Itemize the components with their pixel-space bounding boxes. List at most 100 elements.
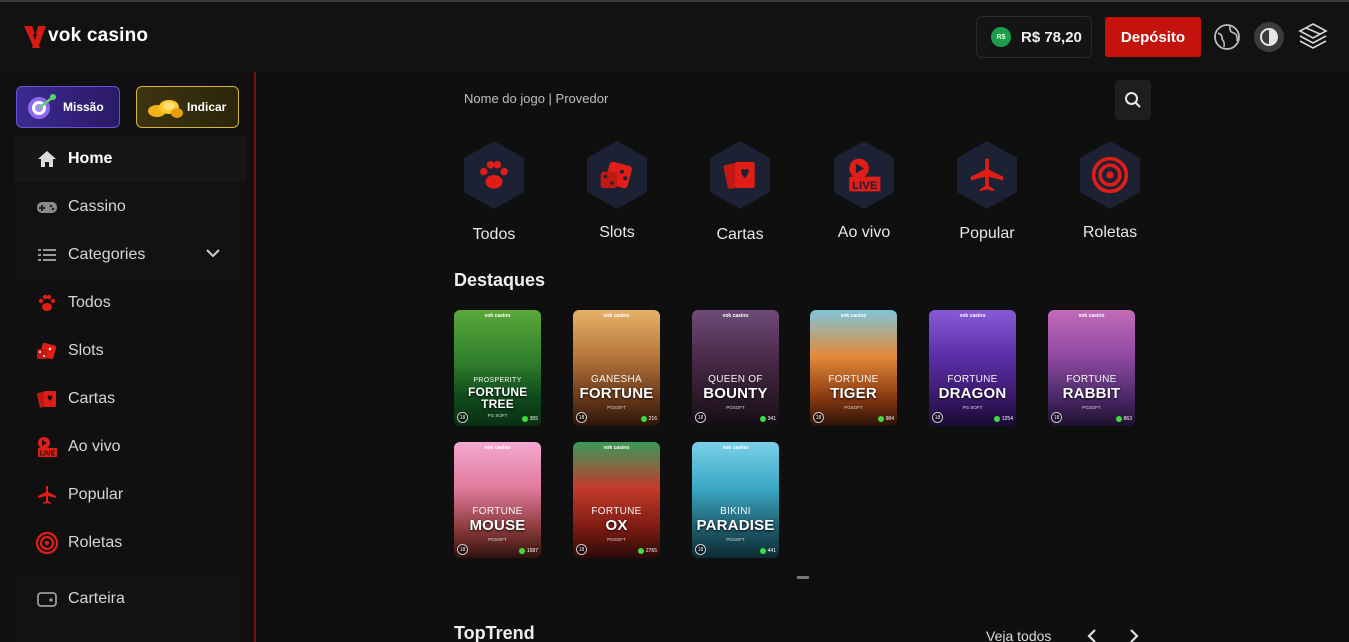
category-roletas[interactable]: Roletas bbox=[1055, 140, 1165, 242]
mission-button[interactable]: Missão bbox=[16, 86, 120, 128]
sidebar-item-label: Roletas bbox=[68, 534, 123, 551]
online-dot-icon bbox=[759, 548, 766, 554]
category-ao-vivo[interactable]: LIVE Ao vivo bbox=[809, 140, 919, 242]
sidebar-item-todos[interactable]: Todos bbox=[14, 280, 246, 326]
game-provider: PGSOFT bbox=[726, 537, 745, 542]
game-card[interactable]: vok casino FORTUNE MOUSE PGSOFT 18 1587 bbox=[454, 442, 541, 558]
see-all-link[interactable]: Veja todos bbox=[986, 628, 1051, 642]
cards-icon bbox=[723, 161, 755, 190]
live-icon: LIVE bbox=[36, 436, 58, 458]
game-card[interactable]: vok casino QUEEN OF BOUNTY PGSOFT 18 341 bbox=[692, 310, 779, 426]
game-provider: PG SOFT bbox=[962, 405, 983, 410]
sidebar-item-label: Home bbox=[68, 150, 113, 167]
card-brand: vok casino bbox=[722, 445, 749, 451]
card-brand: vok casino bbox=[1078, 313, 1105, 319]
game-title-line2: DRAGON bbox=[938, 385, 1007, 402]
roulette-icon bbox=[1092, 157, 1128, 193]
players-count-value: 355 bbox=[529, 416, 538, 422]
players-count-value: 863 bbox=[1123, 416, 1132, 422]
players-count: 1587 bbox=[518, 548, 538, 554]
category-cartas[interactable]: Cartas bbox=[685, 140, 795, 244]
category-todos[interactable]: Todos bbox=[439, 140, 549, 244]
game-title-line1: FORTUNE bbox=[1066, 374, 1117, 385]
carousel-pager[interactable] bbox=[797, 576, 809, 579]
globe-icon[interactable] bbox=[1212, 22, 1242, 52]
category-label: Todos bbox=[472, 226, 516, 243]
sidebar-item-slots[interactable]: Slots bbox=[14, 328, 246, 374]
toptrend-title: TopTrend bbox=[454, 623, 535, 642]
svg-text:LIVE: LIVE bbox=[852, 180, 878, 192]
online-dot-icon bbox=[518, 548, 525, 554]
logo[interactable]: vok casino bbox=[24, 24, 148, 48]
game-card[interactable]: vok casino FORTUNE TIGER PGSOFT 18 984 bbox=[810, 310, 897, 426]
game-provider: PGSOFT bbox=[607, 537, 626, 542]
game-title-line1: GANESHA bbox=[590, 374, 642, 385]
sidebar-item-carteira[interactable]: Carteira bbox=[14, 576, 246, 622]
dice-icon bbox=[36, 340, 58, 362]
coins-icon bbox=[148, 100, 183, 118]
age-rating-badge: 18 bbox=[457, 412, 468, 423]
players-count-value: 2765 bbox=[645, 548, 657, 554]
game-card[interactable]: vok casino FORTUNE DRAGON PG SOFT 18 1254 bbox=[929, 310, 1016, 426]
balance-display[interactable]: R$ R$ 78,20 bbox=[976, 16, 1092, 58]
game-card[interactable]: vok casino FORTUNE RABBIT PGSOFT 18 863 bbox=[1048, 310, 1135, 426]
sidebar-item-label: Categories bbox=[68, 246, 146, 263]
sidebar-item-roletas[interactable]: Roletas bbox=[14, 520, 246, 566]
card-brand: vok casino bbox=[484, 313, 511, 319]
game-provider: PGSOFT bbox=[488, 537, 507, 542]
game-card[interactable]: vok casino FORTUNE OX PGSOFT 18 2765 bbox=[573, 442, 660, 558]
sidebar-item-categories[interactable]: Categories bbox=[14, 232, 246, 278]
game-title-line2: PARADISE bbox=[696, 517, 775, 534]
game-title-line1: QUEEN OF bbox=[708, 374, 763, 385]
sidebar-item-cartas[interactable]: Cartas bbox=[14, 376, 246, 422]
sidebar-item-cassino[interactable]: Cassino bbox=[14, 184, 246, 230]
game-card[interactable]: vok casino GANESHA FORTUNE PGSOFT 18 216 bbox=[573, 310, 660, 426]
sidebar-item-label: Popular bbox=[68, 486, 124, 503]
card-brand: vok casino bbox=[840, 313, 867, 319]
svg-text:LIVE: LIVE bbox=[40, 451, 56, 458]
logo-mark-icon bbox=[24, 26, 46, 48]
game-provider: PGSOFT bbox=[726, 405, 745, 410]
sidebar-item-label: Todos bbox=[68, 294, 111, 311]
category-label: Popular bbox=[959, 225, 1015, 242]
players-count-value: 341 bbox=[767, 416, 776, 422]
game-title-line2: OX bbox=[605, 517, 628, 534]
game-title-line1: FORTUNE bbox=[947, 374, 998, 385]
game-card[interactable]: vok casino PROSPERITY FORTUNE TREE PG SOFT 1… bbox=[454, 310, 541, 426]
game-title-line1: FORTUNE bbox=[472, 506, 523, 517]
age-rating-badge: 18 bbox=[695, 544, 706, 555]
deposit-button[interactable]: Depósito bbox=[1105, 17, 1201, 57]
sidebar-item-label: Cartas bbox=[68, 390, 116, 407]
category-popular[interactable]: Popular bbox=[932, 140, 1042, 243]
airplane-icon bbox=[970, 158, 1004, 192]
online-dot-icon bbox=[759, 416, 766, 422]
cards-icon bbox=[36, 388, 58, 410]
theme-toggle-icon[interactable] bbox=[1254, 22, 1284, 52]
card-brand: vok casino bbox=[722, 313, 749, 319]
players-count: 355 bbox=[521, 416, 538, 422]
chevron-right-icon[interactable] bbox=[1126, 628, 1142, 642]
players-count: 216 bbox=[640, 416, 657, 422]
chevron-left-icon[interactable] bbox=[1084, 628, 1100, 642]
refer-button[interactable]: Indicar bbox=[136, 86, 239, 128]
online-dot-icon bbox=[993, 416, 1000, 422]
game-card[interactable]: vok casino BIKINI PARADISE PGSOFT 18 441 bbox=[692, 442, 779, 558]
brand-emblem-icon[interactable] bbox=[1298, 22, 1328, 52]
age-rating-badge: 18 bbox=[695, 412, 706, 423]
game-title-line2: FORTUNE TREE bbox=[468, 385, 528, 411]
players-count: 984 bbox=[877, 416, 894, 422]
target-dart-icon bbox=[28, 94, 56, 119]
airplane-icon bbox=[36, 484, 58, 506]
category-slots[interactable]: Slots bbox=[562, 140, 672, 242]
search-button[interactable] bbox=[1115, 80, 1151, 120]
chevron-down-icon[interactable] bbox=[206, 248, 220, 258]
search-input[interactable]: Nome do jogo | Provedor bbox=[464, 91, 608, 106]
sidebar-item-ao-vivo[interactable]: LIVE Ao vivo bbox=[14, 424, 246, 470]
sidebar-item-popular[interactable]: Popular bbox=[14, 472, 246, 518]
search-icon bbox=[1125, 92, 1141, 108]
players-count: 441 bbox=[759, 548, 776, 554]
age-rating-badge: 18 bbox=[576, 412, 587, 423]
search-bar: Nome do jogo | Provedor bbox=[452, 80, 1152, 120]
sidebar-item-home[interactable]: Home bbox=[14, 136, 246, 182]
online-dot-icon bbox=[521, 416, 528, 422]
